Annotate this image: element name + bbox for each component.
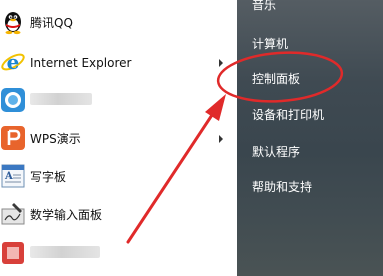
pointer-arrow-icon xyxy=(126,94,226,244)
highlight-ellipse xyxy=(216,51,344,103)
annotation-overlay xyxy=(126,51,344,244)
